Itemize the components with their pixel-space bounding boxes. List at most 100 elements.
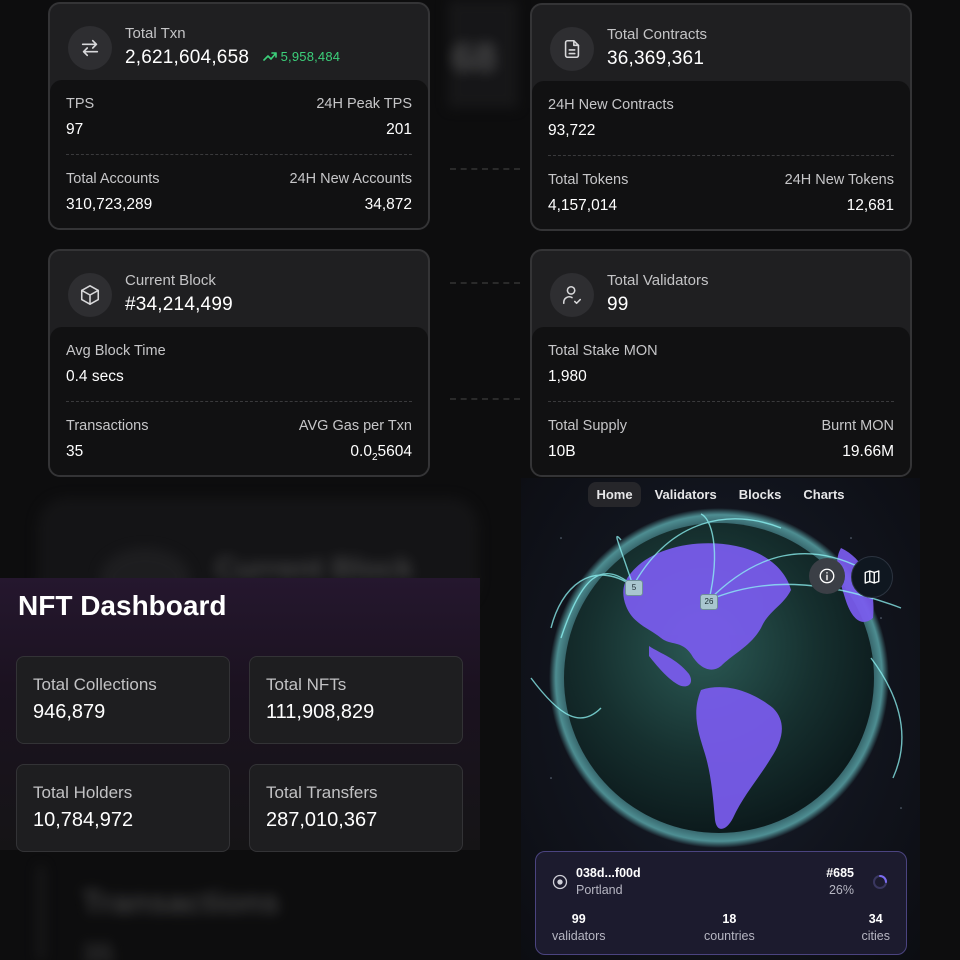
stat-row: TPS 97 24H Peak TPS 201 — [66, 80, 412, 155]
stat-value: 1,980 — [548, 368, 587, 385]
stat-value: 19.66M — [842, 443, 894, 460]
transfer-arrows-icon — [68, 26, 112, 70]
stat-row: 24H New Contracts 93,722 — [548, 81, 894, 156]
bg-blurred-line — [38, 866, 44, 960]
stat-caption: countries — [704, 929, 755, 943]
nft-stat-label: Total Transfers — [266, 783, 378, 802]
info-icon — [819, 568, 835, 584]
total-validators-value: 99 — [607, 294, 629, 315]
stat-value: 35 — [66, 443, 84, 460]
nft-stat-label: Total Collections — [33, 675, 157, 694]
stat-value: 4,157,014 — [548, 197, 617, 214]
tab-home[interactable]: Home — [588, 482, 641, 507]
current-block-label: Current Block — [125, 272, 216, 289]
total-supply-cell: Total Supply 10B — [548, 418, 627, 461]
stat-label: Total Supply — [548, 418, 627, 434]
stat-number: 34 — [868, 912, 883, 926]
info-button[interactable] — [809, 558, 845, 594]
globe-nav: Home Validators Blocks Charts — [521, 482, 920, 507]
stat-label: Avg Block Time — [66, 343, 166, 359]
validator-marker[interactable]: 5 — [625, 580, 643, 596]
stat-value: 12,681 — [846, 197, 894, 214]
nft-stat-label: Total Holders — [33, 783, 133, 802]
stat-row: Total Stake MON 1,980 — [548, 327, 894, 402]
total-validators-label: Total Validators — [607, 272, 709, 289]
total-nfts-card: Total NFTs 111,908,829 — [249, 656, 463, 744]
current-block-value: #34,214,499 — [125, 294, 233, 315]
stat-label: Total Tokens — [548, 172, 629, 188]
bg-blurred-transactions: Transactions — [82, 884, 280, 920]
transactions-cell: Transactions 35 — [66, 418, 148, 461]
card-body: Total Stake MON 1,980 Total Supply 10B B… — [532, 327, 910, 475]
txn-trend: 5,958,484 — [262, 48, 341, 64]
cities-count: 34 cities — [862, 912, 890, 943]
user-check-icon — [550, 273, 594, 317]
card-body: Avg Block Time 0.4 secs Transactions 35 … — [50, 327, 428, 475]
loading-spinner-icon — [873, 875, 887, 889]
validator-info-card[interactable]: 038d...f00d Portland #685 26% 99 validat… — [535, 851, 907, 955]
total-transfers-card: Total Transfers 287,010,367 — [249, 764, 463, 852]
countries-count: 18 countries — [704, 912, 755, 943]
stat-value: 97 — [66, 121, 84, 138]
card-header: Total Validators 99 — [532, 251, 910, 329]
trend-up-icon — [262, 52, 277, 61]
total-validators-card: Total Validators 99 Total Stake MON 1,98… — [530, 249, 912, 477]
bg-divider — [450, 282, 520, 284]
stat-value: 201 — [386, 121, 412, 138]
tab-validators[interactable]: Validators — [647, 482, 725, 507]
validator-marker[interactable]: 26 — [700, 594, 718, 610]
stat-number: 99 — [571, 912, 586, 926]
txn-trend-value: 5,958,484 — [280, 48, 341, 64]
stat-row: Total Accounts 310,723,289 24H New Accou… — [66, 155, 412, 228]
burnt-mon-cell: Burnt MON 19.66M — [821, 418, 894, 461]
nft-stat-label: Total NFTs — [266, 675, 347, 694]
stat-label: Transactions — [66, 418, 149, 434]
stat-label: AVG Gas per Txn — [298, 418, 412, 434]
avg-gas-cell: AVG Gas per Txn 0.025604 — [299, 418, 412, 463]
bg-blurred-transactions-value: 35 — [82, 938, 114, 960]
peak-tps-cell: 24H Peak TPS 201 — [316, 96, 412, 139]
validator-target-icon — [552, 874, 568, 890]
nft-stat-value: 111,908,829 — [266, 701, 375, 723]
bg-blurred-number: 68 — [452, 36, 497, 80]
tab-charts[interactable]: Charts — [795, 482, 852, 507]
total-tokens-cell: Total Tokens 4,157,014 — [548, 172, 628, 215]
stat-value: 0.4 secs — [66, 368, 124, 385]
card-header: Total Txn 2,621,604,658 5,958,484 — [50, 4, 428, 82]
nft-stat-value: 10,784,972 — [33, 809, 134, 831]
map-icon — [864, 570, 880, 584]
tab-blocks[interactable]: Blocks — [731, 482, 790, 507]
stat-label: Burnt MON — [821, 418, 894, 434]
stat-caption: cities — [861, 929, 890, 943]
stat-row: Avg Block Time 0.4 secs — [66, 327, 412, 402]
stat-label: Total Accounts — [66, 171, 160, 187]
validator-percent: 26% — [828, 883, 854, 897]
total-stake-cell: Total Stake MON 1,980 — [548, 343, 658, 386]
validators-count: 99 validators — [552, 912, 606, 943]
new-contracts-cell: 24H New Contracts 93,722 — [548, 97, 674, 140]
map-view-button[interactable] — [851, 556, 893, 598]
current-block-card: Current Block #34,214,499 Avg Block Time… — [48, 249, 430, 477]
nft-stat-value: 946,879 — [33, 701, 106, 723]
stat-value: 310,723,289 — [66, 196, 153, 213]
new-tokens-cell: 24H New Tokens 12,681 — [785, 172, 894, 215]
stat-label: 24H Peak TPS — [316, 96, 412, 112]
stat-row: Total Supply 10B Burnt MON 19.66M — [548, 402, 894, 475]
total-txn-value: 2,621,604,658 5,958,484 — [125, 47, 340, 69]
total-txn-card: Total Txn 2,621,604,658 5,958,484 TPS 97… — [48, 2, 430, 230]
bg-divider — [450, 168, 520, 170]
nft-dashboard: NFT Dashboard Total Collections 946,879 … — [0, 578, 480, 852]
gas-rest: 5604 — [377, 443, 412, 460]
total-contracts-label: Total Contracts — [607, 26, 708, 43]
total-txn-label: Total Txn — [125, 25, 186, 42]
validator-globe-panel: Home Validators Blocks Charts 5 26 038d.… — [521, 478, 920, 960]
stat-value: 93,722 — [548, 122, 596, 139]
validator-address: 038d...f00d — [576, 866, 641, 880]
card-header: Total Contracts 36,369,361 — [532, 5, 910, 83]
stat-label: 24H New Contracts — [548, 97, 674, 113]
total-contracts-value: 36,369,361 — [607, 48, 705, 69]
gas-base: 0.0 — [350, 443, 372, 460]
card-body: 24H New Contracts 93,722 Total Tokens 4,… — [532, 81, 910, 229]
stat-value: 10B — [548, 443, 576, 460]
card-header: Current Block #34,214,499 — [50, 251, 428, 329]
